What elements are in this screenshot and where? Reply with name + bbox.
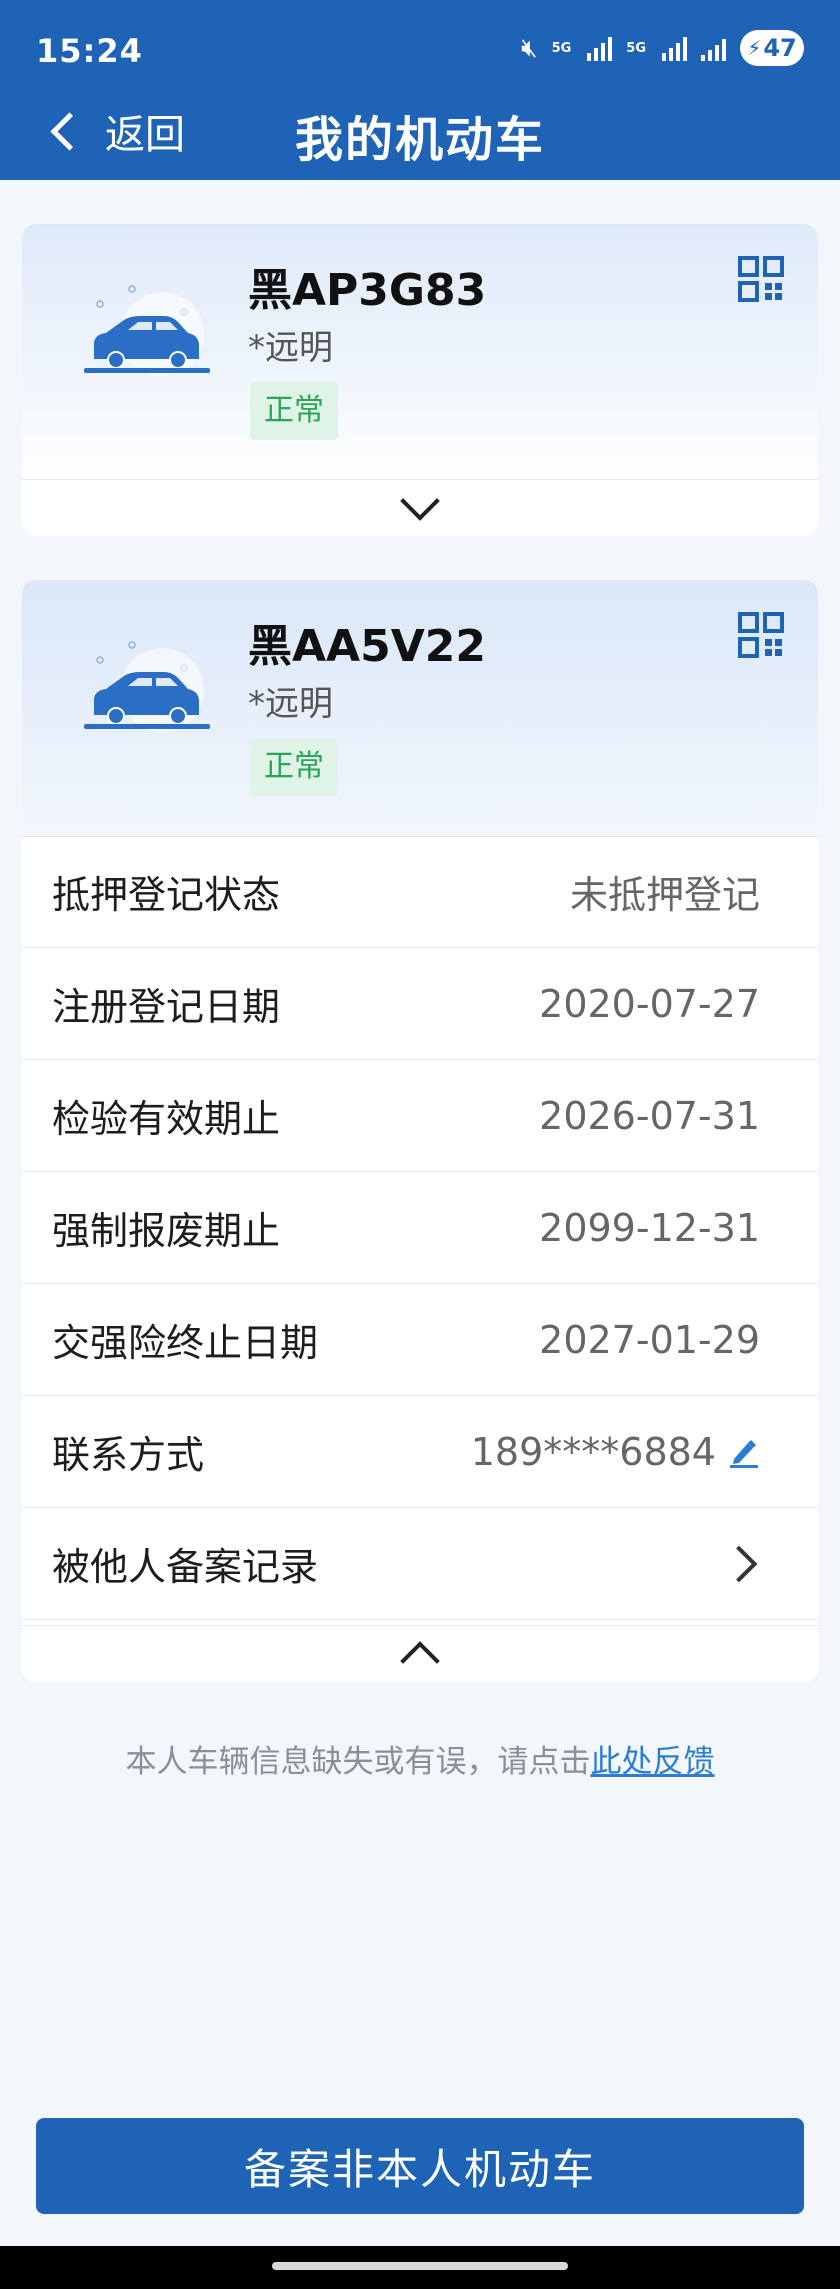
chevron-up-icon xyxy=(400,1641,440,1681)
contact-value: 189****6884 xyxy=(471,1430,760,1474)
battery-charging-icon: ⚡ 47 xyxy=(740,30,804,66)
vehicle-card-expanded[interactable]: 黑AA5V22 *远明 正常 抵押登记状态 未抵押登记 注册登记日期 2020-… xyxy=(22,580,818,1682)
chevron-down-icon xyxy=(400,481,440,521)
battery-level: 47 xyxy=(763,34,797,62)
feedback-message: 本人车辆信息缺失或有误，请点击 xyxy=(125,1744,591,1780)
detail-row-scrap-date: 强制报废期止 2099-12-31 xyxy=(22,1172,818,1284)
detail-row-insurance-expiry: 交强险终止日期 2027-01-29 xyxy=(22,1284,818,1396)
detail-label: 注册登记日期 xyxy=(52,985,281,1029)
mute-icon: 🔇︎ xyxy=(521,32,538,63)
signal-icon-3 xyxy=(701,35,726,61)
detail-row-filing-records[interactable]: 被他人备案记录 xyxy=(22,1508,818,1620)
detail-value: 2026-07-31 xyxy=(539,1093,760,1138)
phone-number: 189****6884 xyxy=(470,1429,716,1474)
detail-label: 强制报废期止 xyxy=(52,1209,281,1253)
system-nav-bar xyxy=(0,2246,840,2289)
signal-icon xyxy=(587,35,613,61)
detail-value: 未抵押登记 xyxy=(569,873,760,917)
detail-label: 抵押登记状态 xyxy=(52,873,281,917)
detail-value: 2027-01-29 xyxy=(539,1317,760,1362)
register-non-own-vehicle-button[interactable]: 备案非本人机动车 xyxy=(36,2118,804,2214)
network-5g-label-2: 5G xyxy=(626,40,646,56)
qr-code-icon[interactable] xyxy=(738,256,784,302)
status-time: 15:24 xyxy=(36,32,143,70)
detail-label: 被他人备案记录 xyxy=(52,1545,319,1589)
home-indicator[interactable] xyxy=(272,2262,568,2270)
page-title: 我的机动车 xyxy=(294,112,545,168)
detail-value: 2099-12-31 xyxy=(539,1205,760,1250)
app-header: 15:24 🔇︎ 5G 5G ⚡ 47 返回 我的机动车 xyxy=(0,0,840,180)
detail-row-inspection-expiry: 检验有效期止 2026-07-31 xyxy=(22,1060,818,1172)
feedback-link[interactable]: 此处反馈 xyxy=(591,1744,715,1780)
plate-number: 黑AP3G83 xyxy=(248,265,487,316)
vehicle-card-header: 黑AA5V22 *远明 正常 xyxy=(22,580,818,837)
detail-label: 联系方式 xyxy=(52,1433,205,1477)
detail-label: 检验有效期止 xyxy=(52,1097,281,1141)
qr-code-icon[interactable] xyxy=(738,612,784,658)
status-icons: 🔇︎ 5G 5G ⚡ 47 xyxy=(521,30,804,66)
collapse-button[interactable] xyxy=(22,1625,818,1682)
owner-name: *远明 xyxy=(248,684,333,724)
vehicle-card[interactable]: 黑AP3G83 *远明 正常 xyxy=(22,224,818,536)
vehicle-card-header: 黑AP3G83 *远明 正常 xyxy=(22,224,818,480)
chevron-right-icon xyxy=(720,1545,758,1582)
status-badge: 正常 xyxy=(250,382,338,440)
detail-row-registration-date: 注册登记日期 2020-07-27 xyxy=(22,948,818,1060)
feedback-text: 本人车辆信息缺失或有误，请点击此处反馈 xyxy=(0,1736,840,1781)
car-icon xyxy=(84,641,210,732)
detail-row-contact: 联系方式 189****6884 xyxy=(22,1396,818,1508)
network-5g-label: 5G xyxy=(551,40,572,56)
signal-icon-2 xyxy=(662,35,687,61)
edit-icon[interactable] xyxy=(726,1435,760,1469)
detail-value: 2020-07-27 xyxy=(539,981,760,1026)
vehicle-details-list: 抵押登记状态 未抵押登记 注册登记日期 2020-07-27 检验有效期止 20… xyxy=(22,836,818,1620)
expand-button[interactable] xyxy=(22,479,818,536)
detail-label: 交强险终止日期 xyxy=(52,1321,319,1365)
plate-number: 黑AA5V22 xyxy=(248,621,487,672)
owner-name: *远明 xyxy=(248,328,333,368)
detail-row-mortgage: 抵押登记状态 未抵押登记 xyxy=(22,836,818,948)
status-badge: 正常 xyxy=(250,738,338,796)
car-icon xyxy=(84,285,210,376)
